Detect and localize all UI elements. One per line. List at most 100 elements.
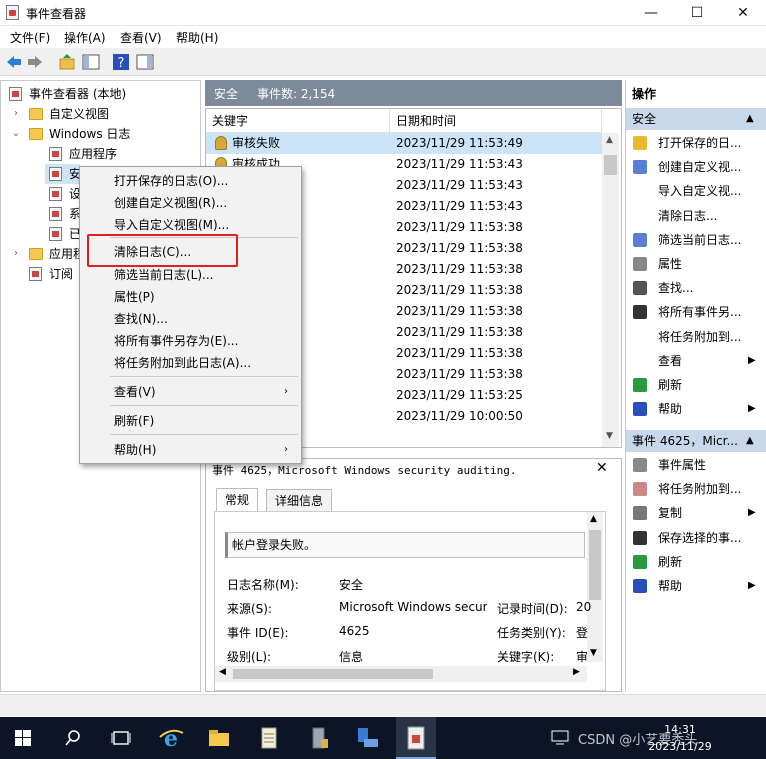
menu-file[interactable]: 文件(F): [10, 29, 50, 46]
menu-separator: [110, 405, 298, 406]
column-header-datetime[interactable]: 日期和时间: [390, 109, 602, 133]
action-item[interactable]: 筛选当前日志...: [626, 228, 766, 252]
menu-view[interactable]: 查看(V): [120, 29, 162, 46]
action-label: 刷新: [658, 554, 683, 569]
task-view-icon[interactable]: [106, 723, 136, 753]
help-icon[interactable]: ?: [112, 53, 130, 71]
log-icon: [49, 167, 62, 181]
up-folder-icon[interactable]: [58, 53, 76, 71]
ctx-create-custom-view[interactable]: 创建自定义视图(R)...: [80, 192, 301, 214]
ctx-item-label: 打开保存的日志(O)...: [114, 174, 229, 188]
collapse-icon[interactable]: ⌄: [11, 124, 21, 144]
back-arrow-icon[interactable]: [5, 53, 23, 71]
system-clock[interactable]: 14:31 2023/11/29: [640, 721, 720, 755]
submenu-arrow-icon: ▶: [748, 403, 756, 415]
tree-item-system[interactable]: 系: [49, 204, 81, 224]
taskbar-event-viewer-active[interactable]: [396, 717, 436, 759]
detail-hscrollbar[interactable]: ◀ ▶: [215, 666, 587, 682]
tree-item-subscriptions[interactable]: 订阅: [29, 264, 79, 284]
tree-item-security[interactable]: 安: [45, 164, 81, 184]
action-item[interactable]: 帮助 ▶: [626, 574, 766, 598]
network-tray-icon[interactable]: [548, 725, 572, 749]
actions-section-security[interactable]: 安全 ▲: [626, 108, 766, 130]
server-manager-icon[interactable]: [304, 723, 334, 753]
action-item[interactable]: 将任务附加到...: [626, 477, 766, 501]
actions-section-event[interactable]: 事件 4625，Micr... ▲: [626, 430, 766, 452]
table-row[interactable]: 审核失败 2023/11/29 11:53:49: [206, 133, 602, 154]
event-detail-pane: 事件 4625，Microsoft Windows security audit…: [205, 458, 622, 692]
menu-help[interactable]: 帮助(H): [176, 29, 218, 46]
event-properties-icon: [633, 458, 647, 472]
clock-time: 14:31: [664, 723, 696, 736]
column-header-keyword[interactable]: 关键字: [206, 109, 390, 133]
action-item[interactable]: 打开保存的日...: [626, 131, 766, 155]
menu-separator: [110, 434, 298, 435]
action-item[interactable]: 属性: [626, 252, 766, 276]
tab-general[interactable]: 常规: [216, 488, 259, 511]
action-item[interactable]: 刷新: [626, 550, 766, 574]
action-label: 帮助: [658, 579, 683, 593]
expand-icon[interactable]: ›: [11, 244, 21, 264]
network-icon[interactable]: [352, 723, 382, 753]
action-item[interactable]: 清除日志...: [626, 204, 766, 228]
close-button[interactable]: ✕: [720, 0, 766, 26]
collapse-up-icon[interactable]: ▲: [746, 430, 754, 452]
notepad-icon[interactable]: [254, 723, 284, 753]
keywords-value: 审: [576, 650, 589, 664]
tab-details[interactable]: 详细信息: [266, 489, 333, 512]
clock-date: 2023/11/29: [648, 740, 712, 753]
action-item[interactable]: 事件属性: [626, 453, 766, 477]
collapse-up-icon[interactable]: ▲: [746, 108, 754, 130]
find-icon: [633, 281, 647, 296]
ctx-find[interactable]: 查找(N)...: [80, 308, 301, 330]
action-item[interactable]: 复制 ▶: [626, 501, 766, 525]
detail-close-icon[interactable]: ✕: [596, 460, 608, 476]
action-item[interactable]: 导入自定义视...: [626, 179, 766, 203]
row-datetime: 2023/11/29 11:53:38: [396, 304, 523, 318]
ctx-open-saved-log[interactable]: 打开保存的日志(O)...: [80, 170, 301, 192]
ctx-refresh[interactable]: 刷新(F): [80, 410, 301, 432]
row-datetime: 2023/11/29 11:53:38: [396, 325, 523, 339]
action-item[interactable]: 将任务附加到...: [626, 325, 766, 349]
action-item[interactable]: 帮助 ▶: [626, 397, 766, 421]
ctx-attach-task[interactable]: 将任务附加到此日志(A)...: [80, 352, 301, 374]
search-icon[interactable]: [58, 723, 88, 753]
tree-item-forwarded[interactable]: 已: [49, 224, 81, 244]
minimize-button[interactable]: —: [628, 0, 674, 26]
action-item[interactable]: 将所有事件另...: [626, 300, 766, 324]
action-item[interactable]: 创建自定义视...: [626, 155, 766, 179]
submenu-arrow-icon: ▶: [748, 580, 756, 591]
ctx-help[interactable]: 帮助(H) ›: [80, 439, 301, 461]
tree-item-application[interactable]: 应用程序: [49, 144, 199, 164]
tree-item-setup[interactable]: 设: [49, 184, 81, 204]
ctx-import-custom-view[interactable]: 导入自定义视图(M)...: [80, 214, 301, 236]
keywords-label: 关键字(K):: [497, 650, 555, 664]
tree-item-custom-views[interactable]: › 自定义视图: [11, 104, 191, 124]
expand-icon[interactable]: ›: [11, 104, 21, 124]
ctx-view[interactable]: 查看(V) ›: [80, 381, 301, 403]
action-item[interactable]: 查找...: [626, 276, 766, 300]
action-item[interactable]: 刷新: [626, 373, 766, 397]
title-bar: 事件查看器 — ☐ ✕: [0, 0, 766, 26]
event-grid-scrollbar[interactable]: ▲ ▼: [602, 133, 619, 447]
action-item[interactable]: 保存选择的事...: [626, 526, 766, 550]
show-action-pane-icon[interactable]: [136, 53, 154, 71]
submenu-arrow-icon: ›: [284, 444, 288, 455]
tree-item-apps-services[interactable]: › 应用程: [11, 244, 85, 264]
internet-explorer-icon[interactable]: e: [156, 723, 186, 753]
start-windows-icon[interactable]: [8, 723, 38, 753]
action-item[interactable]: 查看 ▶: [626, 349, 766, 373]
forward-arrow-icon[interactable]: [26, 53, 44, 71]
action-label: 筛选当前日志...: [658, 232, 742, 247]
ctx-save-all-events-as[interactable]: 将所有事件另存为(E)...: [80, 330, 301, 352]
tree-item-windows-logs[interactable]: ⌄ Windows 日志: [11, 124, 191, 144]
ctx-filter-current-log[interactable]: 筛选当前日志(L)...: [80, 264, 301, 286]
row-datetime: 2023/11/29 11:53:38: [396, 262, 523, 276]
show-hide-tree-icon[interactable]: [82, 53, 100, 71]
menu-action[interactable]: 操作(A): [64, 29, 106, 46]
file-explorer-icon[interactable]: [204, 723, 234, 753]
maximize-button[interactable]: ☐: [674, 0, 720, 26]
row-datetime: 2023/11/29 11:53:43: [396, 178, 523, 192]
detail-scrollbar[interactable]: ▲ ▼: [587, 512, 603, 662]
ctx-properties[interactable]: 属性(P): [80, 286, 301, 308]
